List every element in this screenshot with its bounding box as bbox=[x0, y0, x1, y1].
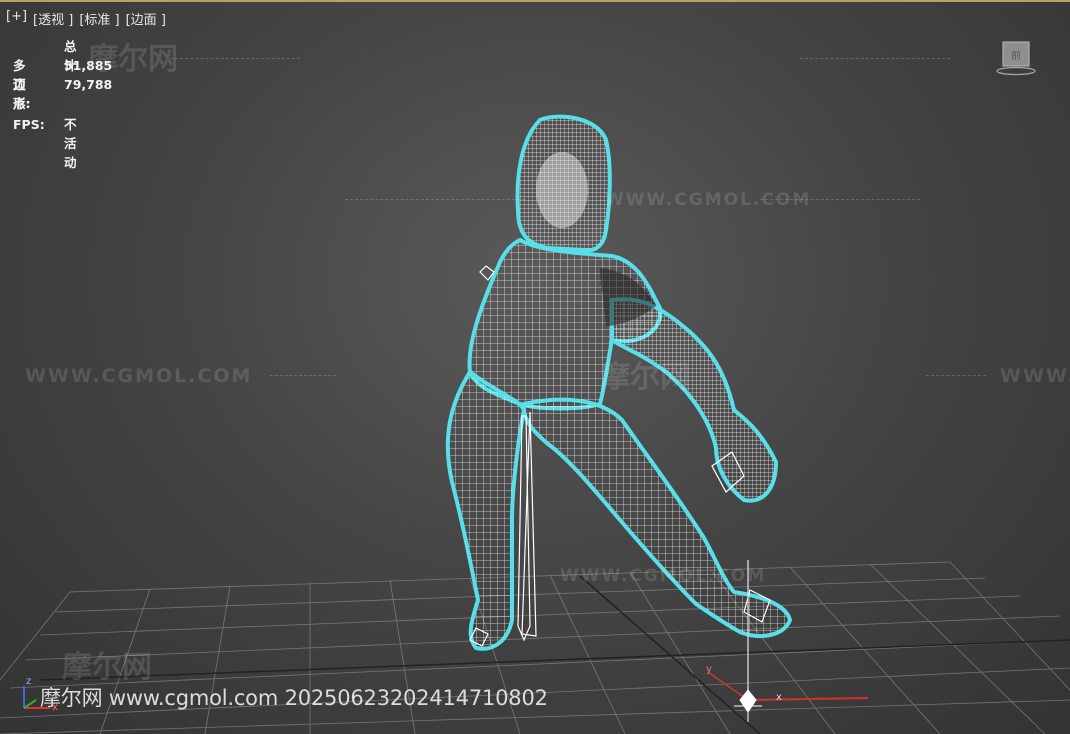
watermark-url-left: WWW.CGMOL.COM bbox=[25, 365, 253, 387]
watermark-url-center: WWW.CGMOL.COM bbox=[605, 190, 812, 210]
axis-label-z: z bbox=[26, 676, 32, 687]
gizmo-label-y: y bbox=[706, 664, 712, 675]
vertices-label: 顶点: bbox=[13, 77, 31, 111]
guide-line-top-right bbox=[800, 58, 950, 59]
watermark-url-lower: WWW.CGMOL.COM bbox=[560, 566, 767, 586]
viewport-menu-display-mode[interactable]: [边面 ] bbox=[126, 9, 166, 28]
vertices-value: 79,788 bbox=[64, 77, 113, 92]
guide-line-center-left bbox=[270, 375, 336, 376]
watermark-brand-bottom: 摩尔网 bbox=[62, 650, 152, 685]
watermark-brand-center: 摩尔网 bbox=[600, 360, 690, 395]
viewport-menu-point-of-view[interactable]: [透视 ] bbox=[33, 9, 73, 28]
viewcube-icon[interactable]: 前 bbox=[996, 40, 1036, 76]
polygons-value: 51,885 bbox=[64, 58, 113, 73]
fps-label: FPS: bbox=[13, 117, 45, 132]
viewport-label-menu: [+] [透视 ] [标准 ] [边面 ] bbox=[6, 9, 166, 28]
face-detail bbox=[536, 152, 588, 228]
viewport-menu-shading[interactable]: [标准 ] bbox=[79, 9, 119, 28]
fps-value: 不活动 bbox=[64, 117, 77, 170]
watermark-url-right: WWW.CGMOL.COM bbox=[1000, 365, 1070, 387]
guide-line-top-left bbox=[170, 58, 300, 59]
viewport-menu-general[interactable]: [+] bbox=[6, 9, 27, 28]
viewcube-face-label[interactable]: 前 bbox=[1011, 49, 1021, 62]
guide-line-center-right bbox=[926, 375, 986, 376]
footer-watermark-text: 摩尔网 www.cgmol.com 20250623202414710802 bbox=[40, 686, 548, 710]
guide-line-mid bbox=[345, 199, 525, 200]
gizmo-label-x: x bbox=[776, 692, 782, 703]
viewcube[interactable]: 前 bbox=[996, 40, 1036, 76]
